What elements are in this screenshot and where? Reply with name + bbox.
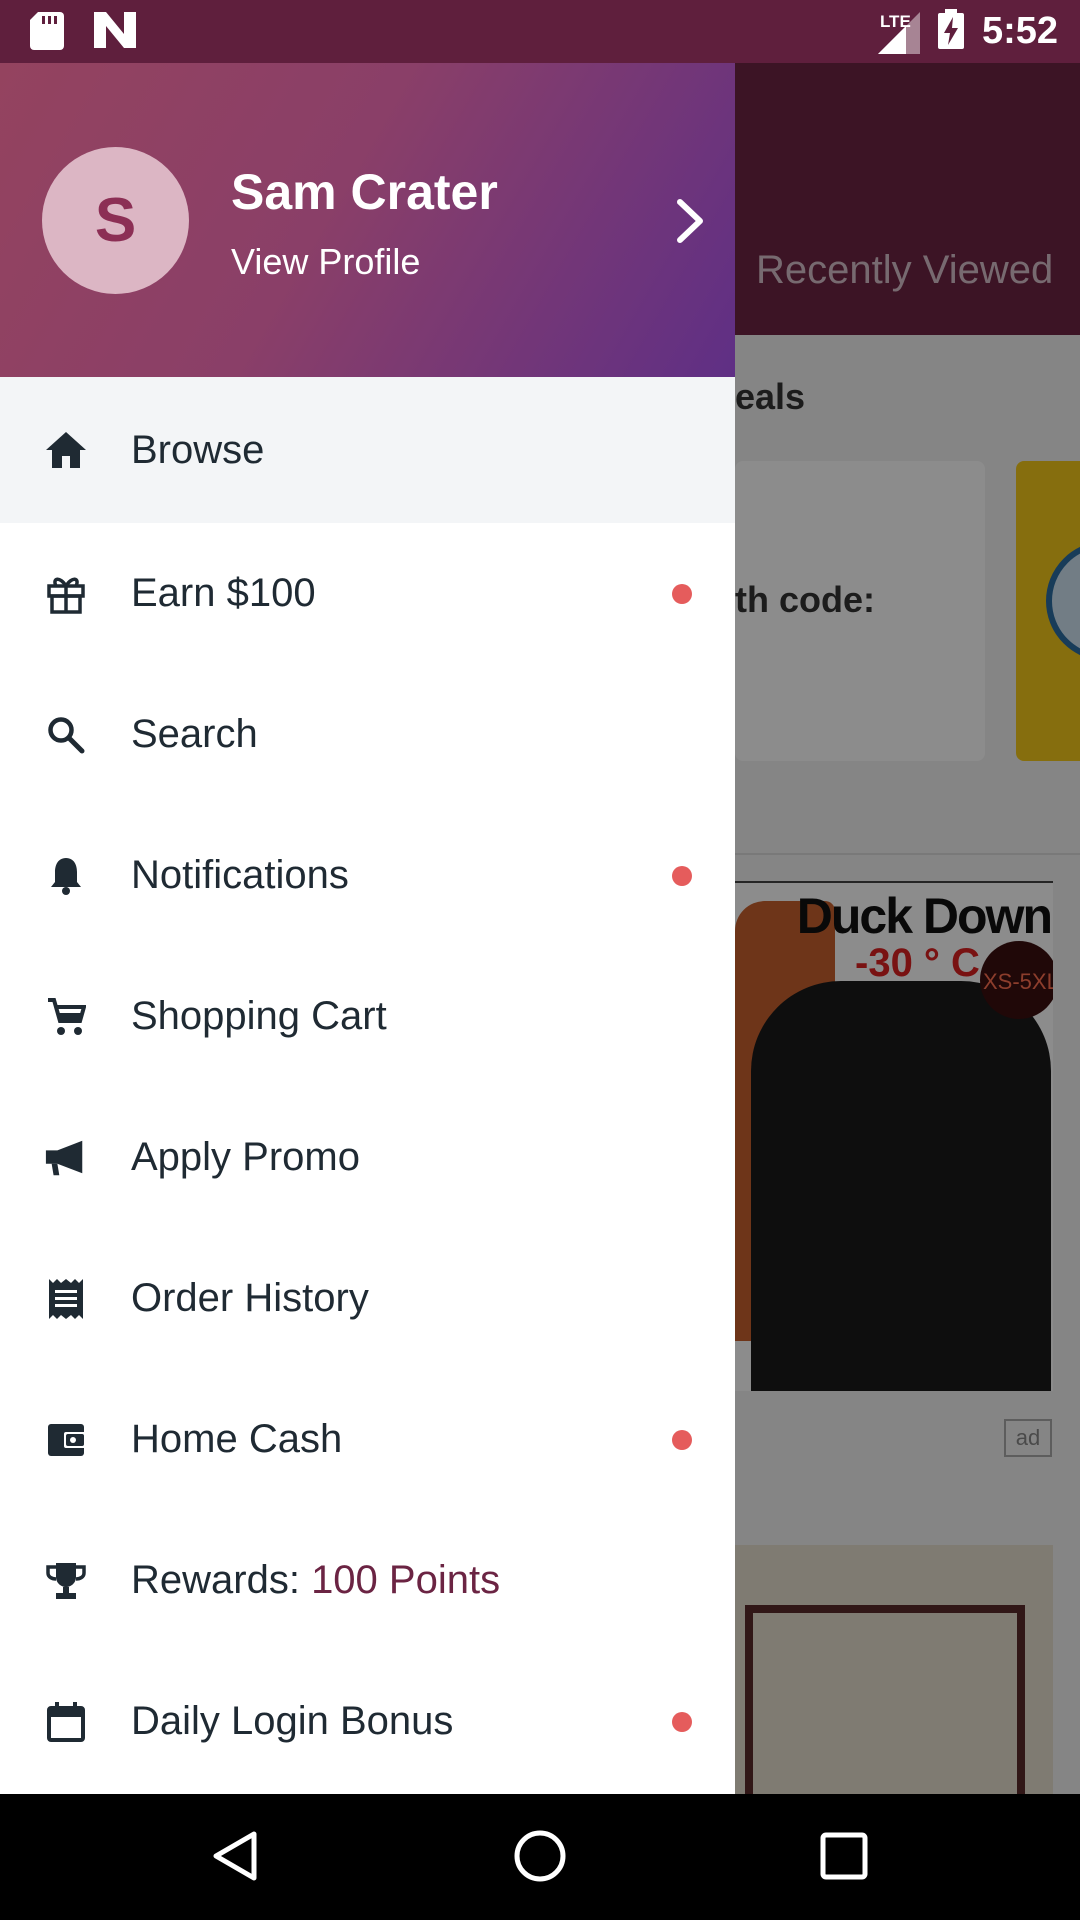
menu-item-label: Daily Login Bonus xyxy=(131,1699,454,1743)
receipt-icon xyxy=(44,1277,88,1321)
home-button-icon[interactable] xyxy=(513,1829,567,1888)
menu-item-rewards[interactable]: Rewards: 100 Points xyxy=(0,1510,735,1651)
menu-item-label: Apply Promo xyxy=(131,1135,360,1179)
chevron-right-icon[interactable] xyxy=(670,196,710,246)
avatar[interactable]: S xyxy=(42,147,189,294)
search-icon xyxy=(44,713,88,757)
notification-dot xyxy=(672,583,692,604)
notification-dot xyxy=(672,865,692,886)
bell-icon xyxy=(44,854,88,898)
menu-item-label: Home Cash xyxy=(131,1417,343,1461)
menu-item-earn[interactable]: Earn $100 xyxy=(0,523,735,664)
notification-dot xyxy=(672,1711,692,1732)
recents-icon[interactable] xyxy=(820,1832,868,1885)
menu-item-order-history[interactable]: Order History xyxy=(0,1228,735,1369)
menu-item-label: Search xyxy=(131,712,258,756)
user-name: Sam Crater xyxy=(231,164,498,220)
battery-charging-icon xyxy=(937,8,964,54)
gift-icon xyxy=(44,572,88,616)
menu-item-label: Earn $100 xyxy=(131,571,316,615)
rewards-points: 100 Points xyxy=(311,1558,501,1602)
menu-item-daily-login-bonus[interactable]: Daily Login Bonus xyxy=(0,1651,735,1792)
notification-dot xyxy=(672,1429,692,1450)
back-icon[interactable] xyxy=(212,1830,258,1887)
menu-item-label: Shopping Cart xyxy=(131,994,387,1038)
n-logo-icon xyxy=(94,12,136,55)
trophy-icon xyxy=(44,1559,88,1603)
signal-icon: LTE xyxy=(876,8,920,54)
drawer-menu: Browse Earn $100 Search Notifications Sh… xyxy=(0,377,735,1792)
menu-item-label: Order History xyxy=(131,1276,369,1320)
menu-item-label: Browse xyxy=(131,427,265,472)
clock: 5:52 xyxy=(981,9,1058,52)
megaphone-icon xyxy=(44,1136,88,1180)
sd-card-icon xyxy=(30,12,64,55)
menu-item-browse[interactable]: Browse xyxy=(0,377,735,523)
view-profile-link[interactable]: View Profile xyxy=(231,241,420,283)
profile-header[interactable]: S Sam Crater View Profile xyxy=(0,63,735,377)
navigation-drawer: S Sam Crater View Profile Browse Earn $1… xyxy=(0,63,735,1794)
menu-item-home-cash[interactable]: Home Cash xyxy=(0,1369,735,1510)
wallet-icon xyxy=(44,1418,88,1462)
menu-item-apply-promo[interactable]: Apply Promo xyxy=(0,1087,735,1228)
system-nav-bar xyxy=(0,1794,1080,1920)
menu-item-shopping-cart[interactable]: Shopping Cart xyxy=(0,946,735,1087)
menu-item-label: Notifications xyxy=(131,853,349,897)
menu-item-notifications[interactable]: Notifications xyxy=(0,805,735,946)
status-bar: LTE 5:52 xyxy=(0,0,1080,63)
menu-item-search[interactable]: Search xyxy=(0,664,735,805)
rewards-label: Rewards: xyxy=(131,1558,312,1602)
cart-icon xyxy=(44,995,88,1039)
menu-item-label: Rewards: 100 Points xyxy=(131,1558,500,1603)
home-icon xyxy=(44,428,88,472)
calendar-icon xyxy=(44,1700,88,1744)
